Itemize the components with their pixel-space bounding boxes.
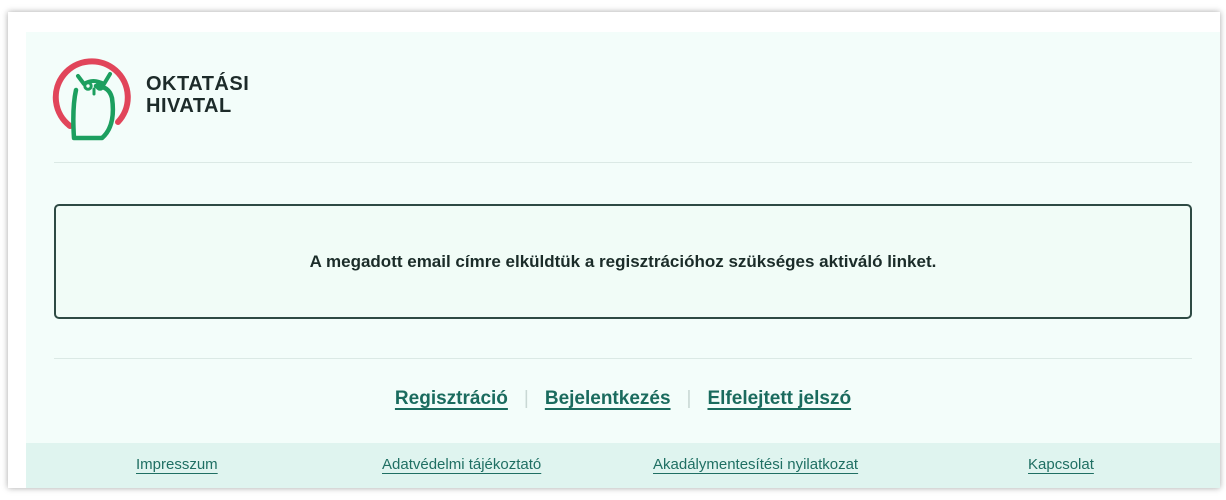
success-alert: A megadott email címre elküldtük a regis… bbox=[54, 204, 1192, 319]
footer-link-contact[interactable]: Kapcsolat bbox=[1028, 456, 1094, 473]
logo-line-1: OKTATÁSI bbox=[146, 73, 250, 95]
login-link[interactable]: Bejelentkezés bbox=[545, 388, 671, 410]
logo-line-2: HIVATAL bbox=[146, 95, 232, 117]
owl-logo-icon bbox=[52, 58, 131, 141]
browser-frame: OKTATÁSI HIVATAL A megadott email címre … bbox=[8, 12, 1220, 488]
footer-link-privacy[interactable]: Adatvédelmi tájékoztató bbox=[382, 456, 541, 473]
alert-message: A megadott email címre elküldtük a regis… bbox=[309, 251, 937, 271]
auth-links: Regisztráció | Bejelentkezés | Elfelejte… bbox=[26, 388, 1220, 410]
link-separator: | bbox=[686, 388, 692, 409]
forgot-password-link[interactable]: Elfelejtett jelszó bbox=[707, 388, 851, 410]
content-divider bbox=[54, 358, 1192, 359]
header-divider bbox=[54, 162, 1192, 163]
footer-link-accessibility[interactable]: Akadálymentesítési nyilatkozat bbox=[653, 456, 858, 473]
link-separator: | bbox=[523, 388, 529, 409]
register-link[interactable]: Regisztráció bbox=[395, 388, 508, 410]
page-container: OKTATÁSI HIVATAL A megadott email címre … bbox=[26, 32, 1220, 488]
logo-wordmark: OKTATÁSI HIVATAL bbox=[146, 73, 249, 117]
footer: Impresszum Adatvédelmi tájékoztató Akadá… bbox=[26, 443, 1220, 488]
site-logo[interactable]: OKTATÁSI HIVATAL bbox=[52, 54, 282, 144]
footer-link-imprint[interactable]: Impresszum bbox=[136, 456, 218, 473]
